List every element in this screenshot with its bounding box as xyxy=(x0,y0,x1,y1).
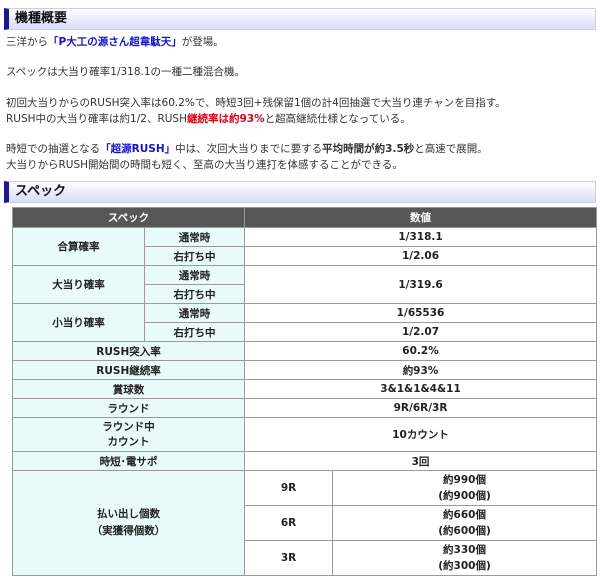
overview-line-6: 大当りからRUSH開始間の時間も短く、至高の大当り連打を体感することができる。 xyxy=(6,159,403,171)
round-cell: 9R xyxy=(244,470,334,506)
spec-table: スペック 数値 合算確率 通常時 1/318.1 右打ち中 1/2.06 大当り… xyxy=(11,207,598,576)
payout-amount: 約330個 xyxy=(443,544,486,556)
row-label-payout: 払い出し個数 （実獲得個数） xyxy=(11,470,246,576)
header-spec: スペック xyxy=(11,207,246,228)
value-cell: 10カウント xyxy=(244,417,598,452)
row-label-round: ラウンド xyxy=(11,398,246,418)
sub-label: 右打ち中 xyxy=(143,246,246,266)
text: と超高継続仕様となっている。 xyxy=(264,113,411,125)
sub-label: 右打ち中 xyxy=(143,284,246,304)
payout-amount: 約660個 xyxy=(443,509,486,521)
text: 中は、次回大当りまでに要する xyxy=(175,143,323,155)
rush-name-link[interactable]: 「超源RUSH」 xyxy=(100,143,175,155)
round-cell: 3R xyxy=(244,540,334,576)
value-cell: 9R/6R/3R xyxy=(244,398,598,418)
label-line: （実獲得個数） xyxy=(91,525,166,537)
label-line: 払い出し個数 xyxy=(97,508,160,520)
row-label-prize: 賞球数 xyxy=(11,379,246,399)
value-cell: 1/2.07 xyxy=(244,322,598,342)
value-cell: 1/2.06 xyxy=(244,246,598,266)
payout-value: 約660個 (約600個) xyxy=(332,505,598,541)
text: と高速で展開。 xyxy=(414,143,488,155)
value-cell: 3&1&1&4&11 xyxy=(244,379,598,399)
payout-actual: (約300個) xyxy=(438,560,491,572)
sub-label: 通常時 xyxy=(143,227,246,247)
payout-amount: 約990個 xyxy=(443,474,486,486)
row-label-rush-in: RUSH突入率 xyxy=(11,341,246,361)
section-header-overview: 機種概要 xyxy=(4,8,596,30)
header-value: 数値 xyxy=(244,207,598,228)
highlight-bold: 平均時間が約3.5秒 xyxy=(322,143,415,155)
row-label-round-count: ラウンド中 カウント xyxy=(11,417,246,452)
label-line: カウント xyxy=(107,435,150,448)
overview-line-5: 時短での抽選となる「超源RUSH」中は、次回大当りまでに要する平均時間が約3.5… xyxy=(6,141,488,157)
sub-label: 通常時 xyxy=(143,303,246,323)
value-cell: 1/65536 xyxy=(244,303,598,323)
highlight-red: 継続率は約93% xyxy=(186,113,265,125)
text: RUSH中の大当り確率は約1/2、RUSH xyxy=(6,113,187,125)
value-cell: 3回 xyxy=(244,451,598,471)
text: 三洋から xyxy=(6,36,48,48)
text: 時短での抽選となる xyxy=(6,143,101,155)
value-cell: 1/318.1 xyxy=(244,227,598,247)
payout-actual: (約900個) xyxy=(438,490,491,502)
payout-actual: (約600個) xyxy=(438,525,491,537)
section-title: 機種概要 xyxy=(15,11,68,26)
machine-name-link[interactable]: 「P大工の源さん超韋駄天」 xyxy=(48,36,182,48)
section-title: スペック xyxy=(15,184,67,199)
row-label-jitan: 時短･電サポ xyxy=(11,451,246,471)
value-cell: 1/319.6 xyxy=(244,265,598,304)
row-label-rush-cont: RUSH継続率 xyxy=(11,360,246,380)
overview-line-1: 三洋から「P大工の源さん超韋駄天」が登場。 xyxy=(6,34,224,50)
row-label-gousan: 合算確率 xyxy=(12,227,145,266)
sub-label: 通常時 xyxy=(143,265,246,285)
payout-value: 約330個 (約300個) xyxy=(332,540,598,576)
row-label-ootari: 大当り確率 xyxy=(12,265,145,304)
label-line: ラウンド中 xyxy=(102,420,155,433)
value-cell: 約93% xyxy=(244,360,598,380)
overview-line-2: スペックは大当り確率1/318.1の一種二種混合機。 xyxy=(6,66,246,78)
value-cell: 60.2% xyxy=(244,341,598,361)
text: が登場。 xyxy=(181,36,224,48)
overview-line-3: 初回大当りからのRUSH突入率は60.2%で、時短3回+残保留1個の計4回抽選で… xyxy=(6,97,506,109)
payout-value: 約990個 (約900個) xyxy=(332,470,598,506)
overview-line-4: RUSH中の大当り確率は約1/2、RUSH継続率は約93%と超高継続仕様となって… xyxy=(6,111,411,127)
round-cell: 6R xyxy=(244,505,334,541)
section-header-spec: スペック xyxy=(4,181,596,203)
row-label-koatari: 小当り確率 xyxy=(12,303,145,342)
sub-label: 右打ち中 xyxy=(143,322,246,342)
